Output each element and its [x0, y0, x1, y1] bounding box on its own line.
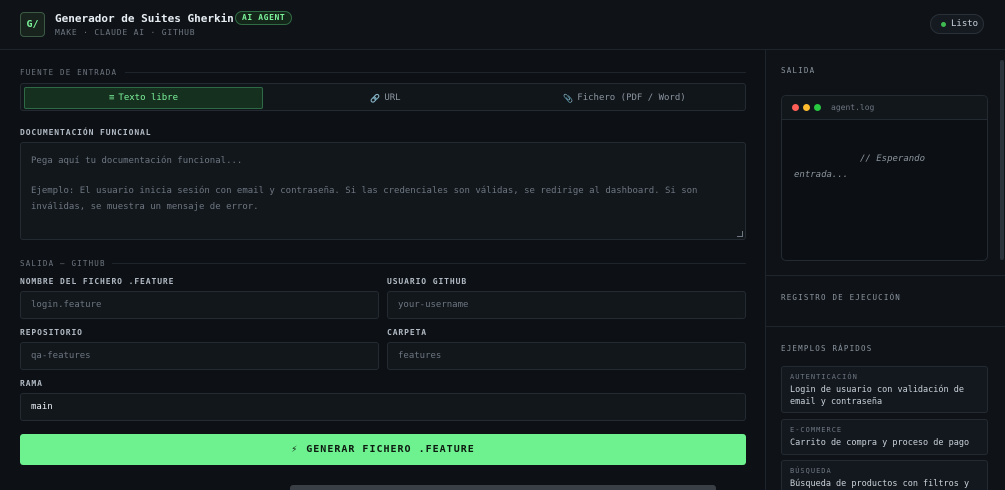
app-subtitle: MAKE · CLAUDE AI · GITHUB: [55, 28, 196, 37]
status-pill: Listo: [930, 14, 984, 34]
folder-label: CARPETA: [387, 328, 428, 337]
tab-label: Fichero (PDF / Word): [577, 93, 686, 103]
github-user-input[interactable]: your-username: [387, 291, 746, 319]
generate-button-label: GENERAR FICHERO .FEATURE: [306, 444, 475, 455]
link-icon: 🔗: [370, 93, 381, 103]
agent-log-terminal: agent.log // Esperando entrada...: [781, 95, 988, 261]
repo-label: REPOSITORIO: [20, 328, 83, 337]
app-logo: G/: [20, 12, 45, 37]
example-category: BÚSQUEDA: [790, 467, 832, 475]
generate-feature-button[interactable]: ⚡ GENERAR FICHERO .FEATURE: [20, 434, 746, 465]
placeholder-line: Ejemplo: El usuario inicia sesión con em…: [31, 186, 698, 212]
sidebar-divider: [766, 326, 1005, 327]
terminal-output: // Esperando entrada...: [794, 154, 926, 180]
lightning-icon: ⚡: [291, 444, 299, 455]
paperclip-icon: 📎: [563, 93, 574, 103]
status-text: Listo: [951, 19, 979, 29]
example-text: Login de usuario con validación de email…: [790, 385, 964, 407]
ai-agent-badge: AI AGENT: [235, 11, 293, 25]
example-card[interactable]: E-COMMERCE Carrito de compra y proceso d…: [781, 419, 988, 455]
folder-input[interactable]: features: [387, 342, 746, 370]
close-dot-icon: [792, 104, 799, 111]
section-divider: [125, 72, 746, 73]
input-source-label: FUENTE DE ENTRADA: [20, 68, 118, 77]
main-panel: FUENTE DE ENTRADA ≡ Texto libre 🔗 URL 📎 …: [0, 50, 765, 490]
branch-label: RAMA: [20, 379, 43, 388]
maximize-dot-icon: [814, 104, 821, 111]
documentation-textarea[interactable]: Pega aquí tu documentación funcional... …: [20, 142, 746, 240]
minimize-dot-icon: [803, 104, 810, 111]
lines-icon: ≡: [108, 93, 115, 103]
app-header: G/ Generador de Suites Gherkin AI AGENT …: [0, 0, 1005, 50]
placeholder-line: Pega aquí tu documentación funcional...: [31, 156, 243, 166]
example-card[interactable]: BÚSQUEDA Búsqueda de productos con filtr…: [781, 460, 988, 490]
tab-label: Texto libre: [118, 93, 179, 103]
tab-file[interactable]: 📎 Fichero (PDF / Word): [505, 87, 744, 109]
repo-input[interactable]: qa-features: [20, 342, 379, 370]
bottom-drag-handle[interactable]: [290, 485, 716, 490]
github-section-label: SALIDA — GITHUB: [20, 259, 106, 268]
output-label: SALIDA: [781, 66, 816, 75]
terminal-titlebar: agent.log: [782, 96, 987, 120]
sidebar-scrollbar[interactable]: [1000, 60, 1004, 260]
example-category: AUTENTICACIÓN: [790, 373, 858, 381]
filename-input[interactable]: login.feature: [20, 291, 379, 319]
example-text: Carrito de compra y proceso de pago: [790, 438, 970, 448]
section-divider: [112, 263, 746, 264]
tab-free-text[interactable]: ≡ Texto libre: [24, 87, 263, 109]
branch-input[interactable]: main: [20, 393, 746, 421]
resize-handle-icon[interactable]: [737, 231, 743, 237]
sidebar-divider: [766, 275, 1005, 276]
tab-label: URL: [384, 93, 401, 103]
example-category: E-COMMERCE: [790, 426, 843, 434]
execution-log-label: REGISTRO DE EJECUCIÓN: [781, 293, 902, 302]
github-user-label: USUARIO GITHUB: [387, 277, 468, 286]
example-card[interactable]: AUTENTICACIÓN Login de usuario con valid…: [781, 366, 988, 413]
filename-label: NOMBRE DEL FICHERO .FEATURE: [20, 277, 175, 286]
output-sidebar: SALIDA agent.log // Esperando entrada...…: [765, 50, 1005, 490]
status-dot-icon: [941, 21, 946, 27]
example-text: Búsqueda de productos con filtros y: [790, 479, 970, 489]
terminal-filename: agent.log: [831, 103, 875, 112]
tab-url[interactable]: 🔗 URL: [266, 87, 505, 109]
documentation-label: DOCUMENTACIÓN FUNCIONAL: [20, 128, 152, 137]
quick-examples-label: EJEMPLOS RÁPIDOS: [781, 344, 873, 353]
input-source-tabs: ≡ Texto libre 🔗 URL 📎 Fichero (PDF / Wor…: [20, 83, 746, 111]
app-title: Generador de Suites Gherkin: [55, 12, 234, 25]
